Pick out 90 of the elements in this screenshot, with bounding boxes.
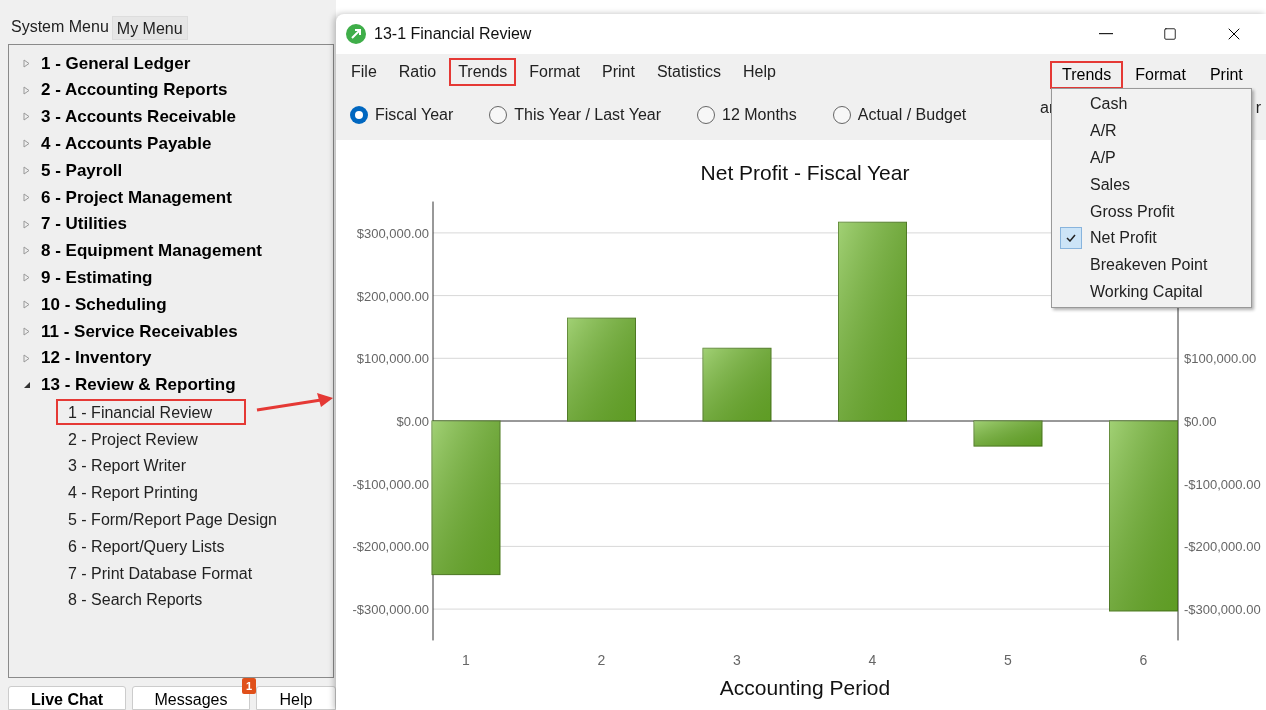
radio-button[interactable] [697, 106, 716, 124]
menu-item[interactable]: Statistics [647, 58, 730, 86]
menu-item[interactable]: Ratio [389, 58, 446, 86]
x-axis-label: 2 [597, 652, 606, 668]
collapsed-caret-icon[interactable] [23, 326, 30, 336]
bar [973, 420, 1043, 447]
menu-tree-subitem[interactable]: 3 - Report Writer [56, 452, 198, 479]
y-axis-label: $100,000.00 [356, 351, 429, 367]
y-axis-label: -$300,000.00 [1184, 602, 1261, 618]
collapsed-caret-icon[interactable] [23, 273, 30, 283]
bottom-tab[interactable]: Help [256, 686, 336, 710]
menu-tree-item[interactable]: 1 - General Ledger [41, 50, 191, 77]
dropdown-item[interactable]: Working Capital [1090, 279, 1203, 304]
menu-tree-item[interactable]: 8 - Equipment Management [41, 238, 263, 264]
menu-tab[interactable]: My Menu [111, 16, 188, 40]
radio-label: This Year / Last Year [514, 105, 662, 125]
check-icon [1060, 227, 1082, 250]
menu-tree-subitem[interactable]: 1 - Financial Review [56, 398, 246, 425]
y-axis-label: -$200,000.00 [352, 539, 429, 555]
x-axis-label: 4 [868, 652, 877, 668]
collapsed-caret-icon[interactable] [23, 246, 30, 256]
dropdown-item[interactable]: Sales [1090, 172, 1131, 197]
collapsed-caret-icon[interactable] [23, 166, 30, 176]
x-axis-label: 3 [733, 652, 741, 668]
menu-tree-item[interactable]: 9 - Estimating [41, 265, 153, 291]
menu-item[interactable]: Print [1197, 61, 1255, 89]
menu-tree-item[interactable]: 11 - Service Receivables [41, 318, 238, 345]
radio-label: Fiscal Year [375, 105, 454, 125]
radio-button[interactable] [350, 106, 368, 124]
y-axis-label: $0.00 [1184, 414, 1217, 429]
minimize-icon [1099, 33, 1113, 35]
menu-item[interactable]: Format [520, 58, 589, 86]
y-axis-label: -$300,000.00 [352, 602, 429, 618]
collapsed-caret-icon[interactable] [23, 300, 30, 310]
menu-tree-item[interactable]: 12 - Inventory [41, 345, 152, 371]
menu-tree-subitem[interactable]: 2 - Project Review [56, 425, 210, 452]
dropdown-item[interactable]: Breakeven Point [1090, 253, 1208, 278]
maximize-icon [1163, 27, 1177, 41]
menu-tree-item[interactable]: 4 - Accounts Payable [41, 131, 212, 157]
dropdown-item[interactable]: Net Profit [1090, 226, 1157, 251]
collapsed-caret-icon[interactable] [23, 112, 30, 122]
collapsed-caret-icon[interactable] [23, 58, 30, 68]
dropdown-item[interactable]: Gross Profit [1090, 199, 1175, 224]
y-axis-label: $200,000.00 [356, 288, 429, 304]
bottom-tab[interactable]: Live Chat [8, 686, 126, 710]
x-axis-label: 6 [1139, 652, 1148, 668]
x-axis-label: 1 [462, 652, 470, 668]
y-axis-label: $0.00 [396, 414, 429, 429]
radio-button[interactable] [489, 106, 508, 124]
collapsed-caret-icon[interactable] [23, 192, 30, 202]
y-axis-label: -$100,000.00 [1184, 476, 1261, 492]
x-axis-title: Accounting Period [719, 676, 891, 699]
window-title: 13-1 Financial Review [374, 24, 532, 44]
menu-tree-item[interactable]: 7 - Utilities [41, 211, 127, 237]
menu-tree-item[interactable]: 13 - Review & Reporting [41, 372, 236, 398]
menu-tree-item[interactable]: 10 - Scheduling [41, 291, 167, 318]
y-axis-label: $100,000.00 [1184, 351, 1257, 367]
menu-tree-subitem[interactable]: 5 - Form/Report Page Design [56, 505, 289, 532]
menu-item[interactable]: Print [593, 58, 644, 86]
menu-tree-item[interactable]: 5 - Payroll [41, 157, 123, 184]
notification-badge: 1 [241, 678, 256, 694]
dropdown-item[interactable]: Cash [1090, 92, 1128, 117]
y-axis-label: $300,000.00 [356, 225, 429, 241]
y-axis-label: -$100,000.00 [352, 476, 429, 492]
dropdown-item[interactable]: A/R [1090, 119, 1117, 144]
menu-item[interactable]: Trends [449, 58, 517, 86]
menu-tree-subitem[interactable]: 7 - Print Database Format [56, 559, 265, 586]
collapsed-caret-icon[interactable] [23, 139, 30, 149]
menu-tree-item[interactable]: 6 - Project Management [41, 184, 232, 211]
menu-tree-subitem[interactable]: 6 - Report/Query Lists [56, 532, 237, 559]
menu-item[interactable]: Format [1123, 61, 1198, 89]
menu-tree-subitem[interactable]: 4 - Report Printing [56, 479, 210, 506]
collapsed-caret-icon[interactable] [23, 219, 30, 229]
x-axis-label: 5 [1004, 652, 1012, 668]
dropdown-item[interactable]: A/P [1090, 146, 1116, 170]
expanded-caret-icon[interactable] [23, 380, 31, 389]
radio-button[interactable] [832, 106, 851, 124]
menu-item[interactable]: Help [733, 58, 785, 86]
radio-label: 12 Months [722, 105, 797, 125]
collapsed-caret-icon[interactable] [23, 85, 30, 95]
menu-tree-item[interactable]: 2 - Accounting Reports [41, 77, 228, 103]
radio-label: Actual / Budget [857, 105, 967, 125]
menu-tree-subitem[interactable]: 8 - Search Reports [56, 586, 215, 613]
chart-title: Net Profit - Fiscal Year [700, 161, 910, 184]
y-axis-label: -$200,000.00 [1184, 539, 1261, 555]
collapsed-caret-icon[interactable] [23, 353, 30, 363]
menu-item[interactable]: File [342, 58, 386, 86]
text-fragment: r [1255, 98, 1261, 118]
menu-tree-item[interactable]: 3 - Accounts Receivable [41, 104, 236, 130]
app-logo-icon [346, 24, 366, 44]
